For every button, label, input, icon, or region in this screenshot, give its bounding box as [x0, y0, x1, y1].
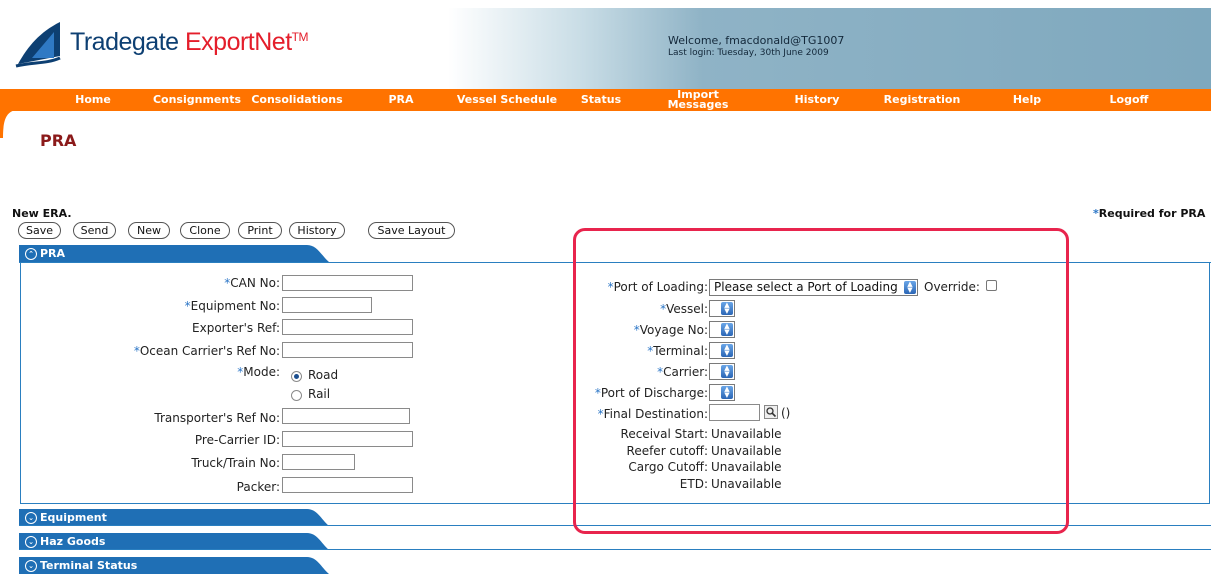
required-note-text: Required for PRA [1098, 207, 1206, 220]
nav-status[interactable]: Status [576, 89, 626, 111]
brand-logo-text: Tradegate ExportNetTM [70, 28, 308, 57]
exporters-ref-label: Exporter's Ref: [192, 321, 280, 335]
section-label-terminal-status: ⌄ Terminal Status [25, 558, 137, 573]
page-title: PRA [40, 131, 77, 150]
main-nav: Home Consignments Consolidations PRA Ves… [0, 89, 1211, 111]
welcome-block: Welcome, fmacdonald@TG1007 Last login: T… [668, 34, 844, 58]
can-no-label: *CAN No: [224, 276, 280, 290]
section-divider-haz-goods [19, 549, 1211, 550]
welcome-text: Welcome, fmacdonald@TG1007 [668, 34, 845, 47]
transporter-ref-label: Transporter's Ref No: [154, 411, 280, 425]
mode-rail-label: Rail [308, 387, 331, 401]
nav-vessel-schedule[interactable]: Vessel Schedule [453, 89, 561, 111]
tradegate-logo-icon [15, 22, 61, 68]
section-tab-haz-goods[interactable]: ⌄ Haz Goods [19, 533, 329, 550]
nav-registration[interactable]: Registration [882, 89, 962, 111]
history-button[interactable]: History [289, 222, 345, 239]
brand-name-part2: ExportNet [184, 28, 292, 56]
packer-input[interactable] [282, 477, 413, 493]
section-tab-terminal-status[interactable]: ⌄ Terminal Status [19, 557, 329, 574]
pre-carrier-id-label: Pre-Carrier ID: [194, 433, 280, 447]
collapse-icon: ⌃ [25, 248, 37, 260]
section-label-pra: ⌃ PRA [25, 246, 65, 261]
ocean-carrier-ref-label: *Ocean Carrier's Ref No: [133, 344, 280, 358]
trademark: TM [291, 30, 309, 44]
exporters-ref-input[interactable] [282, 319, 413, 335]
mode-road-label: Road [308, 368, 339, 382]
nav-import-line2: Messages [667, 98, 729, 111]
save-layout-button[interactable]: Save Layout [368, 222, 455, 239]
packer-label: Packer: [236, 480, 280, 494]
nav-home[interactable]: Home [70, 89, 116, 111]
transporter-ref-input[interactable] [282, 408, 410, 424]
equipment-no-label: *Equipment No: [184, 299, 280, 313]
nav-corner-curve [0, 110, 16, 138]
print-button[interactable]: Print [238, 222, 282, 239]
nav-import-messages[interactable]: Import Messages [666, 89, 730, 112]
nav-help[interactable]: Help [1010, 89, 1044, 111]
can-no-input[interactable] [282, 275, 413, 291]
section-tab-pra[interactable]: ⌃ PRA [19, 245, 329, 262]
truck-train-no-label: Truck/Train No: [191, 456, 280, 470]
section-label-haz-goods: ⌄ Haz Goods [25, 534, 105, 549]
new-button[interactable]: New [128, 222, 170, 239]
record-status-label: New ERA. [12, 207, 72, 220]
pre-carrier-id-input[interactable] [282, 431, 413, 447]
highlight-annotation [573, 228, 1069, 534]
nav-consignments[interactable]: Consignments [151, 89, 243, 111]
mode-road-radio[interactable] [291, 371, 302, 382]
save-button[interactable]: Save [18, 222, 61, 239]
send-button[interactable]: Send [73, 222, 116, 239]
required-note: *Required for PRA [1093, 207, 1205, 220]
truck-train-no-input[interactable] [282, 454, 355, 470]
nav-pra[interactable]: PRA [384, 89, 418, 111]
nav-history[interactable]: History [792, 89, 842, 111]
mode-label: *Mode: [237, 365, 280, 379]
ocean-carrier-ref-input[interactable] [282, 342, 413, 358]
mode-rail-radio[interactable] [291, 390, 302, 401]
nav-logoff[interactable]: Logoff [1106, 89, 1152, 111]
clone-button[interactable]: Clone [180, 222, 230, 239]
section-label-equipment: ⌄ Equipment [25, 510, 107, 525]
section-tab-equipment[interactable]: ⌄ Equipment [19, 509, 329, 526]
brand-name-part1: Tradegate [70, 28, 185, 56]
expand-icon: ⌄ [25, 560, 37, 572]
expand-icon: ⌄ [25, 512, 37, 524]
equipment-no-input[interactable] [282, 297, 372, 313]
nav-consolidations[interactable]: Consolidations [248, 89, 346, 111]
expand-icon: ⌄ [25, 536, 37, 548]
last-login-text: Last login: Tuesday, 30th June 2009 [668, 48, 829, 58]
